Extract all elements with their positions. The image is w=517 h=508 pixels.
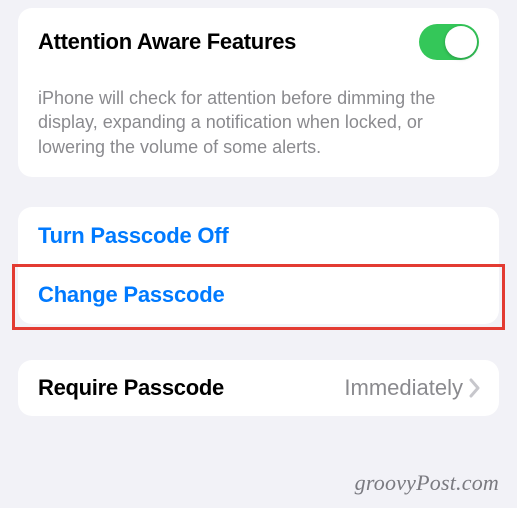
chevron-right-icon	[469, 378, 481, 398]
change-passcode-button[interactable]: Change Passcode	[18, 265, 499, 324]
turn-passcode-off-label: Turn Passcode Off	[38, 223, 229, 249]
change-passcode-label: Change Passcode	[38, 282, 225, 308]
require-passcode-label: Require Passcode	[38, 375, 224, 401]
require-passcode-right: Immediately	[344, 375, 481, 401]
attention-aware-description: iPhone will check for attention before d…	[18, 76, 499, 177]
require-passcode-value: Immediately	[344, 375, 463, 401]
attention-aware-title: Attention Aware Features	[38, 29, 296, 55]
require-passcode-group: Require Passcode Immediately	[18, 360, 499, 416]
attention-aware-group: Attention Aware Features iPhone will che…	[18, 8, 499, 177]
toggle-knob	[445, 26, 477, 58]
require-passcode-button[interactable]: Require Passcode Immediately	[18, 360, 499, 416]
attention-aware-row: Attention Aware Features	[18, 8, 499, 76]
turn-passcode-off-button[interactable]: Turn Passcode Off	[18, 207, 499, 265]
passcode-actions-group: Turn Passcode Off Change Passcode	[18, 207, 499, 324]
watermark-text: groovyPost.com	[355, 470, 499, 496]
attention-aware-toggle[interactable]	[419, 24, 479, 60]
